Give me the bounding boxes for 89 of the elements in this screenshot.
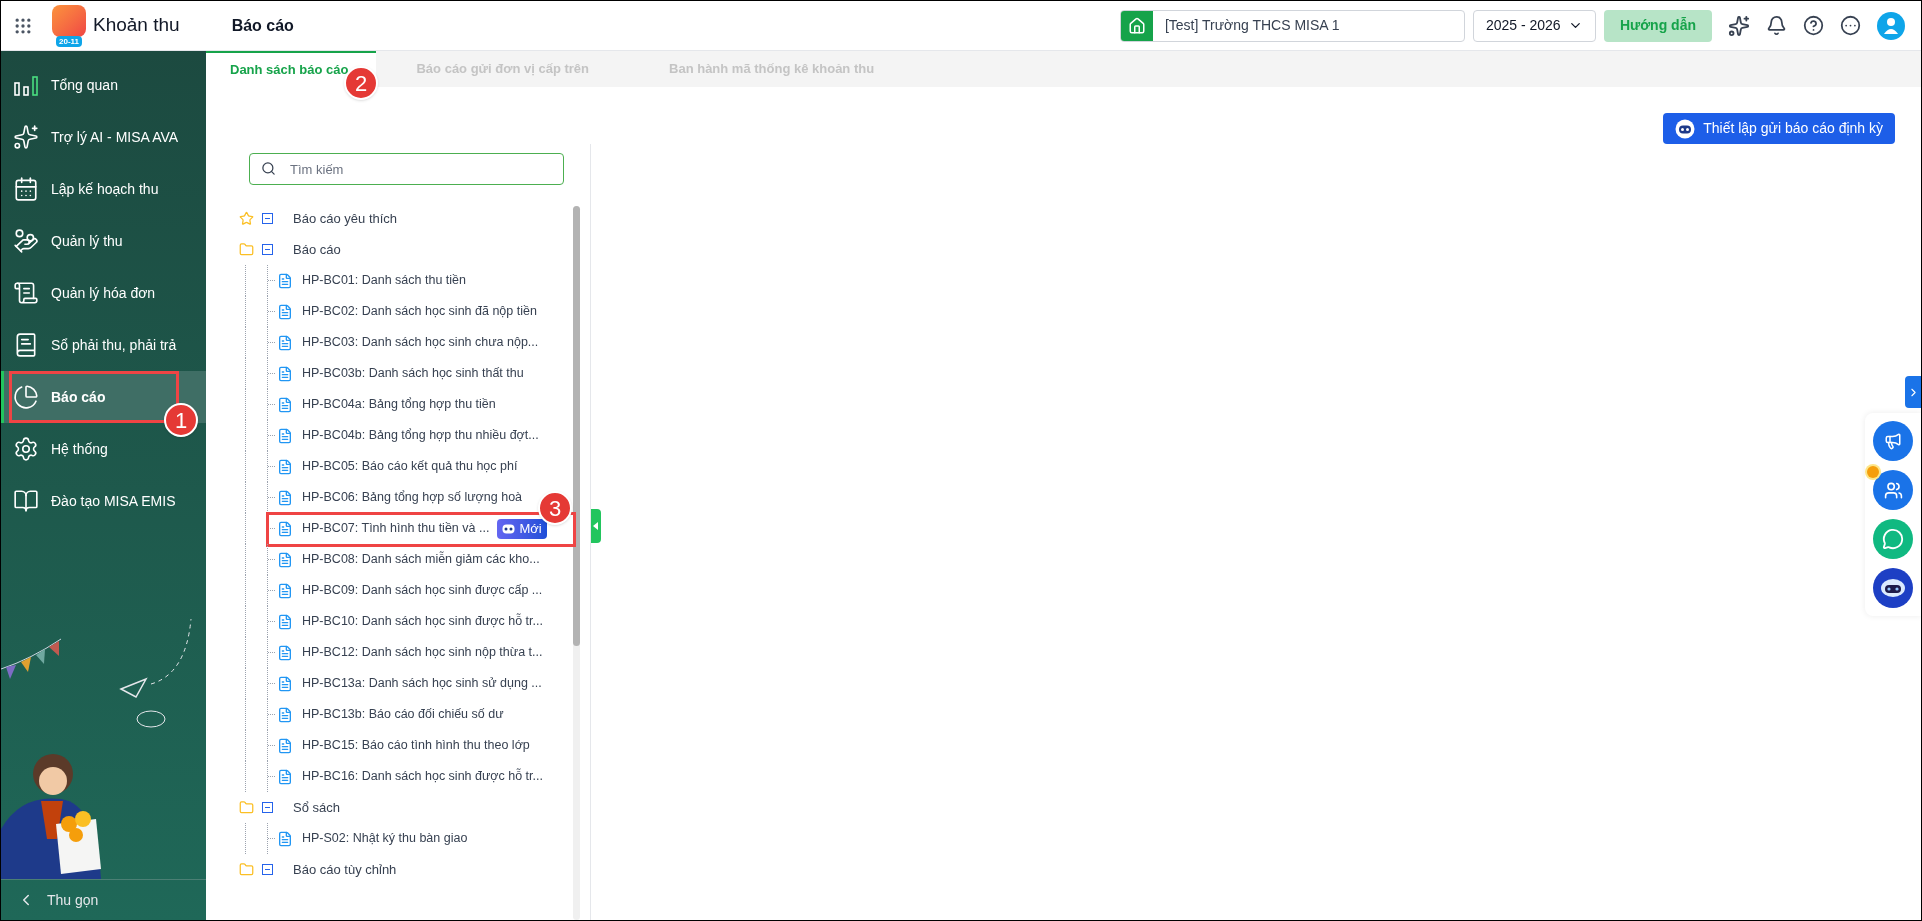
hand-coin-icon <box>13 228 39 254</box>
document-icon <box>277 334 293 351</box>
more-icon[interactable] <box>1840 15 1861 36</box>
report-item[interactable]: HP-BC04a: Bảng tổng hợp thu tiền <box>302 395 496 414</box>
collapse-icon[interactable] <box>262 213 273 224</box>
tree-group-label[interactable]: Báo cáo tùy chỉnh <box>293 859 397 880</box>
report-item[interactable]: HP-BC07: Tình hình thu tiền và ... <box>302 519 490 538</box>
tree-group-label[interactable]: Báo cáo yêu thích <box>293 208 398 229</box>
tree-group-label[interactable]: Sổ sách <box>293 797 340 818</box>
search-icon <box>261 161 276 176</box>
scrollbar[interactable] <box>573 206 580 920</box>
year-select[interactable]: 2025 - 2026 <box>1472 9 1596 42</box>
folder-icon <box>239 800 254 815</box>
report-item[interactable]: HP-BC02: Danh sách học sinh đã nộp tiền <box>302 302 537 321</box>
folder-icon <box>239 242 254 257</box>
callout-number: 3 <box>538 491 572 525</box>
sidebar-item[interactable]: Quản lý thu <box>1 215 206 267</box>
collapse-icon[interactable] <box>262 864 273 875</box>
calendar-icon <box>13 176 39 202</box>
report-item[interactable]: HP-BC03b: Danh sách học sinh thất thu <box>302 364 524 383</box>
document-icon <box>277 272 293 289</box>
document-icon <box>277 396 293 413</box>
logo-drawing: 20-11 <box>49 3 89 48</box>
sidebar-item[interactable]: Đào tạo MISA EMIS <box>1 475 206 527</box>
sparkle-icon[interactable] <box>1728 14 1750 37</box>
document-icon <box>277 675 293 692</box>
robot-icon <box>1675 118 1696 139</box>
report-item[interactable]: HP-BC13b: Báo cáo đối chiếu số dư <box>302 705 504 724</box>
document-icon <box>277 551 293 568</box>
document-icon <box>277 303 293 320</box>
sidebar-item[interactable]: Lập kế hoạch thu <box>1 163 206 215</box>
sidebar-item[interactable]: Quản lý hóa đơn <box>1 267 206 319</box>
open-book-icon <box>13 488 39 514</box>
school-field[interactable]: [Test] Trường THCS MISA 1 <box>1119 9 1465 42</box>
report-item[interactable]: HP-BC16: Danh sách học sinh được hỗ tr... <box>302 767 543 786</box>
report-item[interactable]: HP-BC12: Danh sách học sinh nộp thừa t... <box>302 643 543 662</box>
document-icon <box>277 582 293 599</box>
expand-rail-button[interactable] <box>1905 376 1921 408</box>
document-icon <box>277 644 293 661</box>
document-icon <box>277 489 293 506</box>
report-item[interactable]: HP-BC10: Danh sách học sinh được hỗ tr... <box>302 612 543 631</box>
report-item[interactable]: HP-BC08: Danh sách miễn giảm các kho... <box>302 550 540 569</box>
search-field[interactable]: Tìm kiếm <box>249 153 564 185</box>
report-item[interactable]: HP-BC13a: Danh sách học sinh sử dụng ... <box>302 674 542 693</box>
document-icon <box>13 280 39 306</box>
callout-number: 1 <box>164 403 198 437</box>
new-badge: Mới <box>497 518 547 539</box>
app-name: Khoản thu <box>93 13 180 38</box>
group-icon[interactable] <box>1873 470 1913 510</box>
document-icon <box>277 613 293 630</box>
chat-icon[interactable] <box>1873 519 1913 559</box>
help-icon[interactable] <box>1803 15 1824 36</box>
report-item[interactable]: HP-BC09: Danh sách học sinh được cấp ... <box>302 581 543 600</box>
collapse-icon[interactable] <box>262 802 273 813</box>
document-icon <box>277 706 293 723</box>
report-item[interactable]: HP-BC06: Bảng tổng hợp số lượng hoà <box>302 488 523 507</box>
sidebar-item[interactable]: Trợ lý AI - MISA AVA <box>1 111 206 163</box>
report-item[interactable]: HP-BC05: Báo cáo kết quả thu học phí <box>302 457 518 476</box>
report-item[interactable]: HP-S02: Nhật ký thu bàn giao <box>302 829 468 848</box>
document-icon <box>277 768 293 785</box>
pie-chart-icon <box>13 384 39 410</box>
document-icon <box>277 365 293 382</box>
bar-chart-icon <box>13 73 39 97</box>
folder-icon <box>239 862 254 877</box>
sidebar-item[interactable]: Sổ phải thu, phải trả <box>1 319 206 371</box>
schedule-report-button[interactable]: Thiết lập gửi báo cáo định kỳ <box>1663 113 1895 144</box>
avatar-icon[interactable] <box>1877 11 1905 40</box>
document-icon <box>277 830 293 847</box>
report-item[interactable]: HP-BC01: Danh sách thu tiền <box>302 271 466 290</box>
settings-icon <box>13 436 39 462</box>
report-item[interactable]: HP-BC04b: Bảng tổng hợp thu nhiều đợt... <box>302 426 539 445</box>
star-icon <box>239 211 254 226</box>
report-item[interactable]: HP-BC03: Danh sách học sinh chưa nộp... <box>302 333 539 352</box>
sparkle-icon <box>13 124 39 150</box>
panel-toggle-handle[interactable] <box>591 509 601 543</box>
document-icon <box>277 458 293 475</box>
robot-icon[interactable] <box>1873 568 1913 608</box>
sidebar-item[interactable]: Tổng quan <box>1 59 206 111</box>
document-icon <box>277 520 293 537</box>
report-item[interactable]: HP-BC15: Báo cáo tình hình thu theo lớp <box>302 736 530 755</box>
notification-icon[interactable] <box>1766 15 1787 36</box>
page-title: Báo cáo <box>231 15 294 36</box>
tree-group-label[interactable]: Báo cáo <box>293 239 341 260</box>
megaphone-icon[interactable] <box>1873 421 1913 461</box>
document-icon <box>277 427 293 444</box>
collapse-icon[interactable] <box>262 244 273 255</box>
home-icon <box>1120 10 1153 41</box>
document-icon <box>277 737 293 754</box>
collapse-button[interactable]: Thu gọn <box>1 880 99 920</box>
